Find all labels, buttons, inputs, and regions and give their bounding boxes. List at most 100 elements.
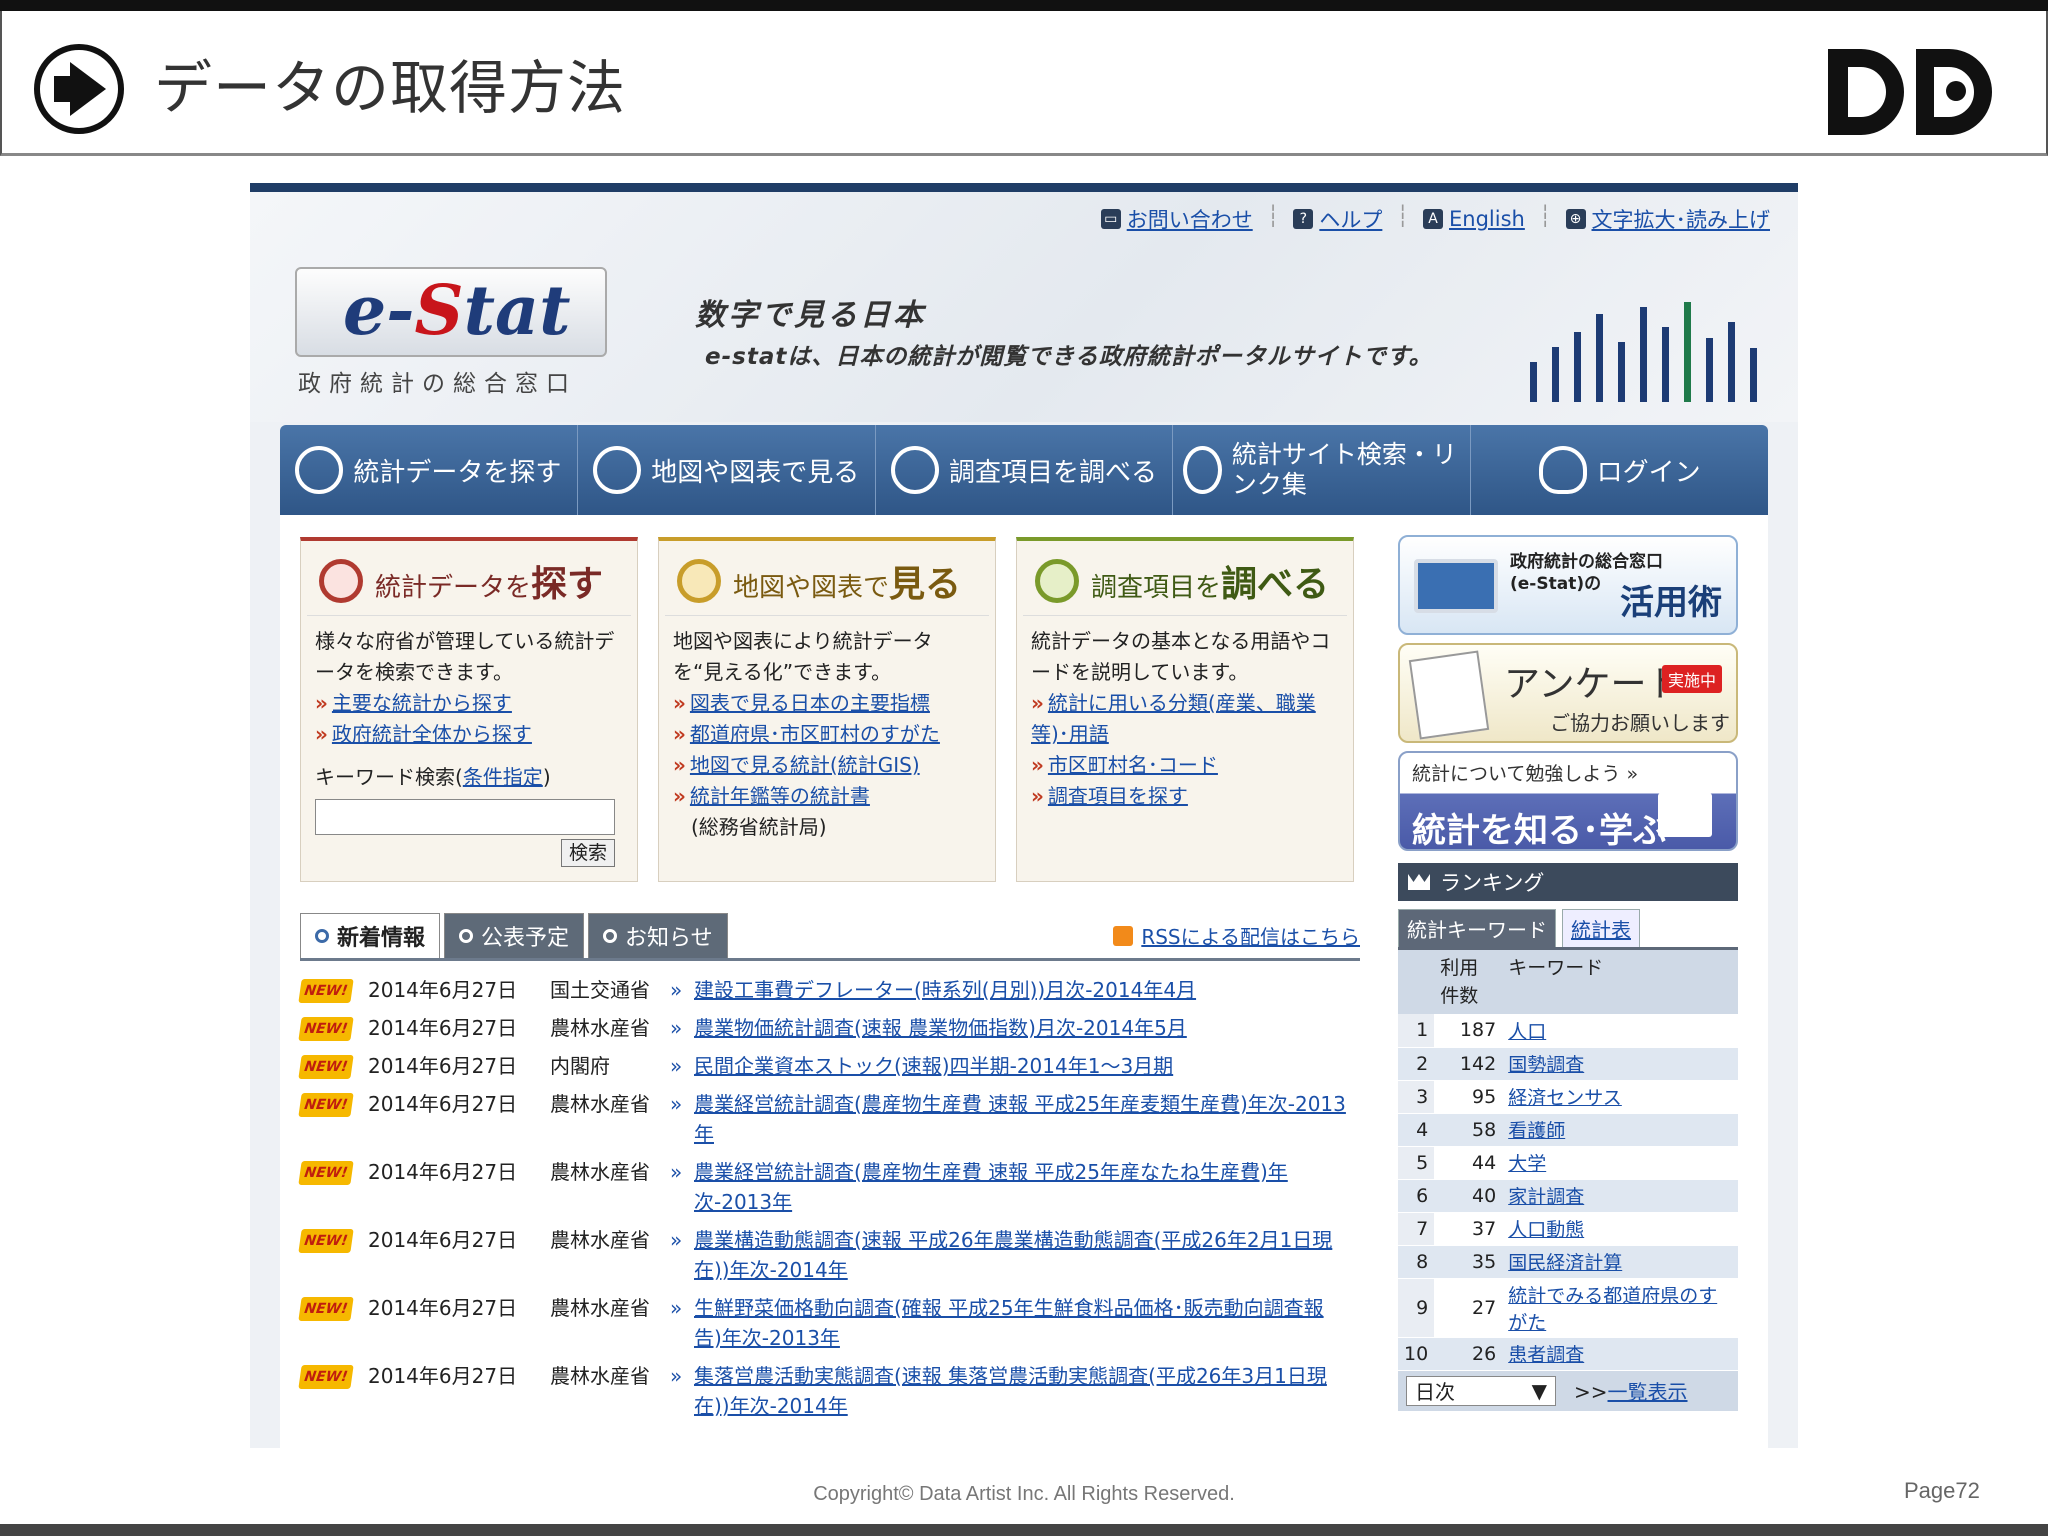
tab-new-info[interactable]: 新着情報 [300, 913, 441, 958]
table-row: 2 142 国勢調査 [1398, 1047, 1738, 1081]
estat-logo[interactable]: e-Stat [295, 267, 607, 357]
nav-search-data[interactable]: 統計データを探す [280, 425, 578, 515]
card-description: 統計データの基本となる用語やコードを説明しています。 [1031, 629, 1331, 684]
pie-chart-icon [677, 559, 721, 603]
english-link[interactable]: A English [1423, 204, 1525, 234]
list-item: NEW! 2014年6月27日 農林水産省» 農業物価統計調査(速報 農業物価指数)月… [298, 1013, 1360, 1043]
table-row: 8 35 国民経済計算 [1398, 1245, 1738, 1279]
link-key-indicators[interactable]: 図表で見る日本の主要指標 [690, 691, 930, 715]
slide-bottom-bar [0, 1524, 2048, 1536]
card-maps-charts: 地図や図表で見る 地図や図表により統計データを“見える化”できます。 » 図表で見… [658, 537, 996, 882]
chart-icon [593, 446, 642, 494]
chevron-down-icon: ▼ [1531, 1378, 1547, 1403]
help-link[interactable]: ? ヘルプ [1293, 204, 1382, 234]
tab-stat-keywords[interactable]: 統計キーワード [1398, 909, 1556, 947]
new-badge: NEW! [298, 1055, 354, 1079]
news-link[interactable]: 農業経営統計調査(農産物生産費 速報 平成25年産なたね生産費)年次-2013年 [694, 1157, 1360, 1217]
link-all-stats[interactable]: 政府統計全体から探す [332, 722, 532, 746]
crown-icon [1408, 874, 1430, 890]
keyword-link[interactable]: 人口 [1508, 1021, 1546, 1043]
news-link[interactable]: 民間企業資本ストック(速報)四半期-2014年1～3月期 [694, 1051, 1360, 1081]
list-item: NEW! 2014年6月27日 農林水産省» 生鮮野菜価格動向調査(確報 平成25年生… [298, 1293, 1360, 1353]
arrow-icon: » [670, 978, 683, 1002]
logo-subtitle: 政府統計の総合窓口 [298, 371, 577, 397]
accessibility-link[interactable]: ⊕ 文字拡大･読み上げ [1565, 204, 1770, 234]
slide-header: データの取得方法 [0, 11, 2048, 156]
table-row: 3 95 経済センサス [1398, 1080, 1738, 1114]
keyword-link[interactable]: 看護師 [1508, 1120, 1565, 1142]
table-row: 9 27 統計でみる都道府県のすがた [1398, 1278, 1738, 1338]
search-button[interactable]: 検索 [561, 839, 615, 867]
list-item: NEW! 2014年6月27日 農林水産省» 農業構造動態調査(速報 平成26年農業構… [298, 1225, 1360, 1285]
banner-learn-stats[interactable]: 統計について勉強しよう » 統計を知る･学ぶ [1398, 751, 1738, 851]
keyword-search-input[interactable] [315, 799, 615, 835]
list-item: NEW! 2014年6月27日 農林水産省» 農業経営統計調査(農産物生産費 速報 平… [298, 1089, 1360, 1149]
keyword-link[interactable]: 人口動態 [1508, 1219, 1584, 1241]
tab-release-schedule[interactable]: 公表予定 [444, 913, 585, 958]
news-link[interactable]: 生鮮野菜価格動向調査(確報 平成25年生鮮食料品価格･販売動向調査報告)年次-2… [694, 1293, 1360, 1353]
site-header: ▭ お問い合わせ ┆ ? ヘルプ ┆ A English ┆ ⊕ 文字拡大･読み上げ e-St… [250, 192, 1798, 422]
contact-link[interactable]: ▭ お問い合わせ [1100, 204, 1253, 234]
table-row: 10 26 患者調査 [1398, 1337, 1738, 1371]
help-icon: ? [1293, 209, 1314, 229]
news-link[interactable]: 農業物価統計調査(速報 農業物価指数)月次-2014年5月 [694, 1013, 1360, 1043]
globe-icon [1183, 446, 1222, 494]
view-all-link[interactable]: 一覧表示 [1608, 1380, 1688, 1404]
main-nav: 統計データを探す 地図や図表で見る 調査項目を調べる 統計サイト検索・リンク集 … [280, 425, 1768, 515]
keyword-link[interactable]: 家計調査 [1508, 1186, 1584, 1208]
link-yearbook[interactable]: 統計年鑑等の統計書 [690, 784, 870, 808]
keyword-link[interactable]: 経済センサス [1508, 1087, 1622, 1109]
keyword-link[interactable]: 国勢調査 [1508, 1054, 1584, 1076]
slide-top-bar [0, 0, 2048, 11]
banner-estat-usage[interactable]: 政府統計の総合窓口 (e-Stat)の 活用術 [1398, 535, 1738, 635]
card-survey-items: 調査項目を調べる 統計データの基本となる用語やコードを説明しています。 » 統計に… [1016, 537, 1354, 882]
nav-site-links[interactable]: 統計サイト検索・リンク集 [1173, 425, 1472, 515]
advanced-search-link[interactable]: 条件指定 [463, 765, 543, 789]
news-link[interactable]: 集落営農活動実態調査(速報 集落営農活動実態調査(平成26年3月1日現在))年次… [694, 1361, 1360, 1421]
right-column: 政府統計の総合窓口 (e-Stat)の 活用術 アンケート 実施中 ご協力お願いし… [1398, 535, 1738, 1411]
chat-icon: ▭ [1100, 209, 1121, 229]
link-major-stats[interactable]: 主要な統計から探す [332, 691, 512, 715]
arrow-icon: » [670, 1054, 683, 1078]
nav-maps-charts[interactable]: 地図や図表で見る [578, 425, 876, 515]
page-number: Page72 [1904, 1478, 1980, 1503]
new-badge: NEW! [298, 1297, 354, 1321]
arrow-icon: » [670, 1160, 683, 1184]
banner-survey[interactable]: アンケート 実施中 ご協力お願いします [1398, 643, 1738, 743]
rss-feed[interactable]: RSSによる配信はこちら [1113, 921, 1360, 950]
nav-login[interactable]: ログイン [1471, 425, 1768, 515]
ranking-table: 利用件数 キーワード 1 187 人口 2 142 国勢調査 3 95 経済センサス 4 58 看護師 5… [1398, 947, 1738, 1371]
arrow-icon: » [670, 1016, 683, 1040]
link-prefecture-profile[interactable]: 都道府県･市区町村のすがた [690, 722, 940, 746]
nav-survey-items[interactable]: 調査項目を調べる [876, 425, 1174, 515]
news-list: NEW! 2014年6月27日 国土交通省» 建設工事費デフレーター(時系列(月別))… [298, 975, 1360, 1429]
link-find-survey-items[interactable]: 調査項目を探す [1048, 784, 1188, 808]
new-badge: NEW! [298, 979, 354, 1003]
keyword-link[interactable]: 大学 [1508, 1153, 1546, 1175]
period-select[interactable]: 日次 ▼ [1406, 1375, 1556, 1406]
news-link[interactable]: 農業経営統計調査(農産物生産費 速報 平成25年産麦類生産費)年次-2013年 [694, 1089, 1360, 1149]
keyword-link[interactable]: 患者調査 [1508, 1344, 1584, 1366]
arrow-icon: » [670, 1296, 683, 1320]
ranking-header: ランキング [1398, 863, 1738, 901]
link-classifications[interactable]: 統計に用いる分類(産業、職業等)･用語 [1031, 691, 1316, 746]
play-icon [34, 44, 124, 134]
main-content: 統計データを探す 様々な府省が管理している統計データを検索できます。 » 主要な統… [280, 515, 1768, 1448]
arrow-icon: » [670, 1092, 683, 1116]
copyright: Copyright© Data Artist Inc. All Rights R… [813, 1483, 1235, 1505]
keyword-link[interactable]: 統計でみる都道府県のすがた [1508, 1285, 1717, 1334]
tab-stat-tables[interactable]: 統計表 [1562, 909, 1640, 947]
zoom-icon: ⊕ [1565, 209, 1586, 229]
link-municipality-codes[interactable]: 市区町村名･コード [1048, 753, 1218, 777]
radio-dot-icon [315, 929, 329, 943]
link-stats-gis[interactable]: 地図で見る統計(統計GIS) [690, 753, 920, 777]
language-icon: A [1423, 209, 1444, 229]
news-link[interactable]: 農業構造動態調査(速報 平成26年農業構造動態調査(平成26年2月1日現在))年… [694, 1225, 1360, 1285]
table-row: 7 37 人口動態 [1398, 1212, 1738, 1246]
book-icon [1658, 793, 1712, 837]
tab-notices[interactable]: お知らせ [588, 913, 728, 958]
keyword-link[interactable]: 国民経済計算 [1508, 1252, 1622, 1274]
document-search-icon [890, 446, 939, 494]
news-link[interactable]: 建設工事費デフレーター(時系列(月別))月次-2014年4月 [694, 975, 1360, 1005]
hero-title: 数字で見る日本 [695, 298, 926, 333]
